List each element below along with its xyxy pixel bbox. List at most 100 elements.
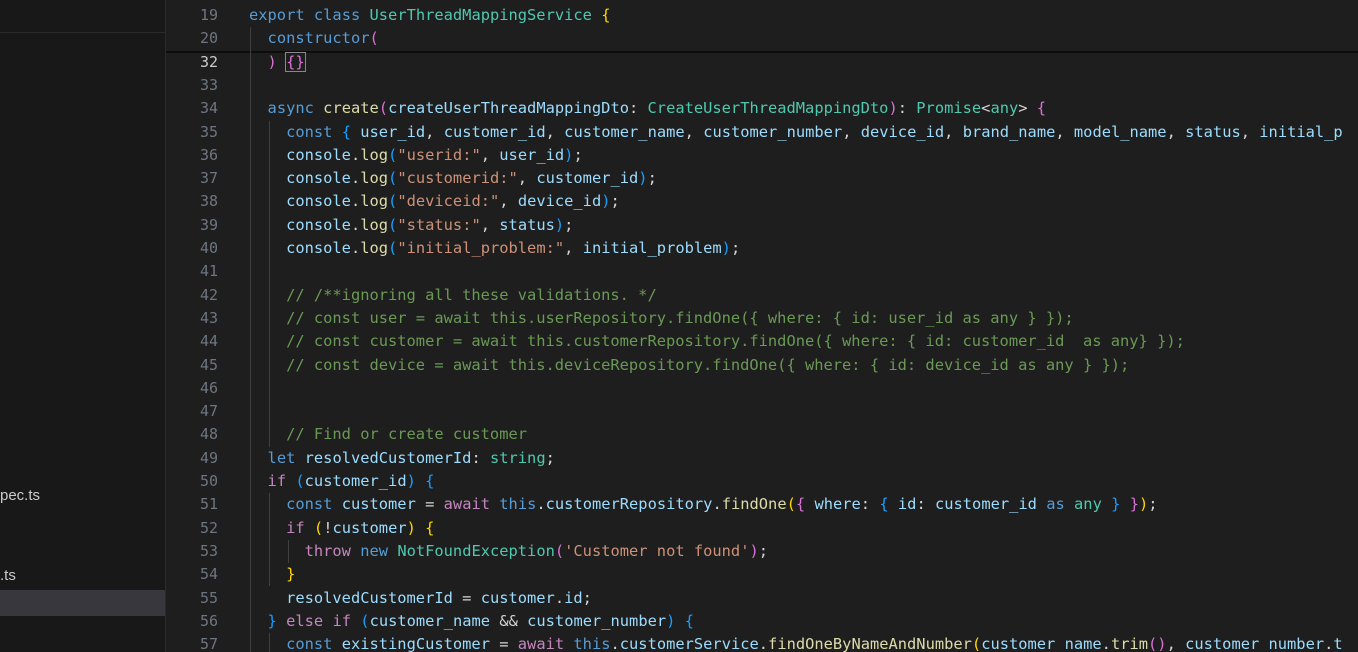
code-line[interactable]: 38 console.log("deviceid:", device_id); <box>166 190 1358 213</box>
line-number: 55 <box>199 588 218 607</box>
code-text[interactable]: const existingCustomer = await this.cust… <box>249 633 1343 652</box>
code-line[interactable]: 51 const customer = await this.customerR… <box>166 493 1358 516</box>
line-number: 40 <box>199 239 218 257</box>
code-text[interactable]: console.log("customerid:", customer_id); <box>249 167 657 190</box>
code-line[interactable]: 48 // Find or create customer <box>166 423 1358 446</box>
code-token: log <box>360 169 389 188</box>
code-line[interactable]: 57 const existingCustomer = await this.c… <box>166 633 1358 652</box>
code-line[interactable]: 40 console.log("initial_problem:", initi… <box>166 237 1358 260</box>
code-text[interactable]: if (customer_id) { <box>249 470 435 493</box>
code-token: async <box>267 99 314 118</box>
code-line[interactable]: 54 } <box>166 563 1358 586</box>
code-text[interactable]: } <box>249 563 295 586</box>
code-token: customer_id <box>536 169 639 188</box>
code-text[interactable]: ) {} <box>249 51 306 74</box>
line-number: 45 <box>199 355 218 374</box>
code-text[interactable]: let resolvedCustomerId: string; <box>249 447 555 470</box>
code-line[interactable]: 49 let resolvedCustomerId: string; <box>166 447 1358 470</box>
code-line[interactable]: 55 resolvedCustomerId = customer.id; <box>166 587 1358 610</box>
code-line[interactable]: 53 throw new NotFoundException('Customer… <box>166 540 1358 563</box>
code-token: , <box>1055 122 1074 141</box>
code-text[interactable]: throw new NotFoundException('Customer no… <box>249 540 768 563</box>
code-line[interactable]: 36 console.log("userid:", user_id); <box>166 144 1358 167</box>
indent-guide <box>269 120 270 447</box>
code-token: "initial_problem:" <box>397 239 565 257</box>
code-text[interactable]: constructor( <box>249 27 379 50</box>
code-text[interactable]: // const customer = await this.customerR… <box>249 330 1185 353</box>
code-line[interactable]: 19 export class UserThreadMappingService … <box>166 4 1358 27</box>
code-token: , <box>944 122 963 141</box>
code-token: await <box>443 495 490 514</box>
code-token: log <box>360 239 389 257</box>
code-text[interactable]: console.log("status:", status); <box>249 214 573 237</box>
code-text[interactable]: const { user_id, customer_id, customer_n… <box>249 121 1343 144</box>
code-text[interactable]: export class UserThreadMappingService { <box>249 4 610 27</box>
code-token: customer_number <box>703 122 843 141</box>
code-text[interactable]: resolvedCustomerId = customer.id; <box>249 587 592 610</box>
code-token: ; <box>564 215 574 234</box>
explorer-file-item[interactable]: pec.ts <box>0 487 40 504</box>
code-token: { <box>879 495 889 514</box>
code-line[interactable]: 46 <box>166 377 1358 400</box>
code-token: ( <box>388 239 398 257</box>
code-text[interactable]: // Find or create customer <box>249 423 527 446</box>
code-line[interactable]: 33 <box>166 74 1358 97</box>
code-line[interactable]: 42 // /**ignoring all these validations.… <box>166 284 1358 307</box>
code-line[interactable]: 56 } else if (customer_name && customer_… <box>166 610 1358 633</box>
code-token: { <box>795 495 806 514</box>
code-text[interactable]: } else if (customer_name && customer_num… <box>249 610 694 633</box>
code-token: console <box>286 192 351 211</box>
code-text[interactable]: // const user = await this.userRepositor… <box>249 307 1074 330</box>
code-line[interactable]: 20 constructor( <box>166 27 1358 50</box>
code-line[interactable]: 45 // const device = await this.deviceRe… <box>166 354 1358 377</box>
code-line[interactable]: 34 async create(createUserThreadMappingD… <box>166 97 1358 120</box>
code-line[interactable]: 50 if (customer_id) { <box>166 470 1358 493</box>
code-line[interactable]: 39 console.log("status:", status); <box>166 214 1358 237</box>
code-line[interactable]: 44 // const customer = await this.custom… <box>166 330 1358 353</box>
code-token: resolvedCustomerId <box>286 588 453 607</box>
code-token: customer_name <box>981 635 1102 652</box>
line-number: 43 <box>199 308 218 327</box>
code-line[interactable]: 43 // const user = await this.userReposi… <box>166 307 1358 330</box>
explorer-file-item[interactable]: .ts <box>0 567 16 584</box>
line-number: 49 <box>199 448 218 467</box>
line-number: 33 <box>199 75 218 94</box>
code-text[interactable]: async create(createUserThreadMappingDto:… <box>249 97 1047 120</box>
code-text[interactable]: console.log("deviceid:", device_id); <box>249 190 620 213</box>
code-text[interactable]: const customer = await this.customerRepo… <box>249 493 1157 516</box>
code-token: ( <box>313 518 324 537</box>
code-token: . <box>536 495 546 514</box>
code-token: ( <box>388 145 398 164</box>
code-token: } <box>1129 495 1139 514</box>
code-token: CreateUserThreadMappingDto <box>647 99 889 118</box>
code-line[interactable]: 32 ) {} <box>166 51 1358 74</box>
code-line[interactable]: 37 console.log("customerid:", customer_i… <box>166 167 1358 190</box>
code-line[interactable]: 52 if (!customer) { <box>166 517 1358 540</box>
code-line[interactable]: 35 const { user_id, customer_id, custome… <box>166 121 1358 144</box>
code-token: any <box>990 99 1019 118</box>
code-text[interactable]: console.log("initial_problem:", initial_… <box>249 237 740 260</box>
code-text[interactable]: if (!customer) { <box>249 517 434 540</box>
code-editor[interactable]: 19 export class UserThreadMappingService … <box>166 0 1358 652</box>
code-token: , <box>425 122 444 141</box>
code-token: ( <box>388 215 398 234</box>
code-token: initial_p <box>1259 122 1343 141</box>
code-line[interactable]: 41 <box>166 260 1358 283</box>
code-text[interactable]: console.log("userid:", user_id); <box>249 144 583 167</box>
code-text[interactable]: // const device = await this.deviceRepos… <box>249 354 1129 377</box>
code-line[interactable]: 47 <box>166 400 1358 423</box>
code-token: { <box>601 6 611 24</box>
code-token: customer_number <box>527 611 667 630</box>
explorer-selected-row[interactable] <box>0 590 165 616</box>
code-text[interactable]: // /**ignoring all these validations. */ <box>249 284 657 307</box>
